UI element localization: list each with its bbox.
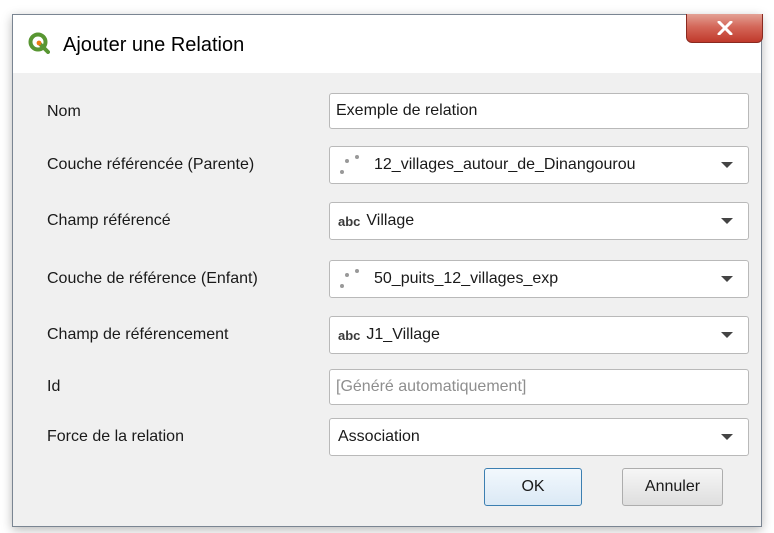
chevron-down-icon: [721, 276, 733, 282]
window-title: Ajouter une Relation: [63, 34, 245, 56]
close-button[interactable]: [686, 14, 763, 43]
cancel-button[interactable]: Annuler: [622, 468, 723, 506]
referencing-field-select[interactable]: abc J1_Village: [329, 316, 749, 354]
referenced-layer-value: 12_villages_autour_de_Dinangourou: [374, 156, 636, 173]
chevron-down-icon: [721, 162, 733, 168]
id-input-placeholder: [Généré automatiquement]: [336, 378, 527, 395]
name-input-value: Exemple de relation: [336, 102, 478, 119]
strength-label: Force de la relation: [47, 428, 184, 445]
referencing-layer-value: 50_puits_12_villages_exp: [374, 270, 559, 287]
name-input[interactable]: Exemple de relation: [329, 93, 749, 129]
point-layer-icon: [340, 269, 359, 288]
qgis-icon: [28, 32, 50, 54]
id-input[interactable]: [Généré automatiquement]: [329, 369, 749, 405]
referencing-field-label: Champ de référencement: [47, 326, 229, 343]
ok-button[interactable]: OK: [484, 468, 582, 506]
strength-select[interactable]: Association: [329, 418, 749, 456]
referencing-layer-select[interactable]: 50_puits_12_villages_exp: [329, 260, 749, 298]
title-bar: Ajouter une Relation: [13, 14, 763, 73]
point-layer-icon: [340, 155, 359, 174]
strength-value: Association: [338, 428, 420, 445]
referencing-layer-label: Couche de référence (Enfant): [47, 270, 258, 287]
chevron-down-icon: [721, 434, 733, 440]
referencing-field-value: J1_Village: [366, 326, 440, 343]
referenced-field-label: Champ référencé: [47, 212, 171, 229]
dialog-content: Nom Exemple de relation Couche référencé…: [13, 73, 761, 526]
chevron-down-icon: [721, 218, 733, 224]
close-icon: [717, 21, 732, 35]
referenced-field-value: Village: [366, 212, 415, 229]
text-field-icon: abc: [338, 327, 361, 343]
name-label: Nom: [47, 103, 81, 120]
add-relation-dialog: Ajouter une Relation Nom Exemple de rela…: [12, 14, 763, 527]
referenced-field-select[interactable]: abc Village: [329, 202, 749, 240]
chevron-down-icon: [721, 332, 733, 338]
text-field-icon: abc: [338, 213, 361, 229]
referenced-layer-label: Couche référencée (Parente): [47, 156, 255, 173]
referenced-layer-select[interactable]: 12_villages_autour_de_Dinangourou: [329, 146, 749, 184]
id-label: Id: [47, 378, 61, 395]
